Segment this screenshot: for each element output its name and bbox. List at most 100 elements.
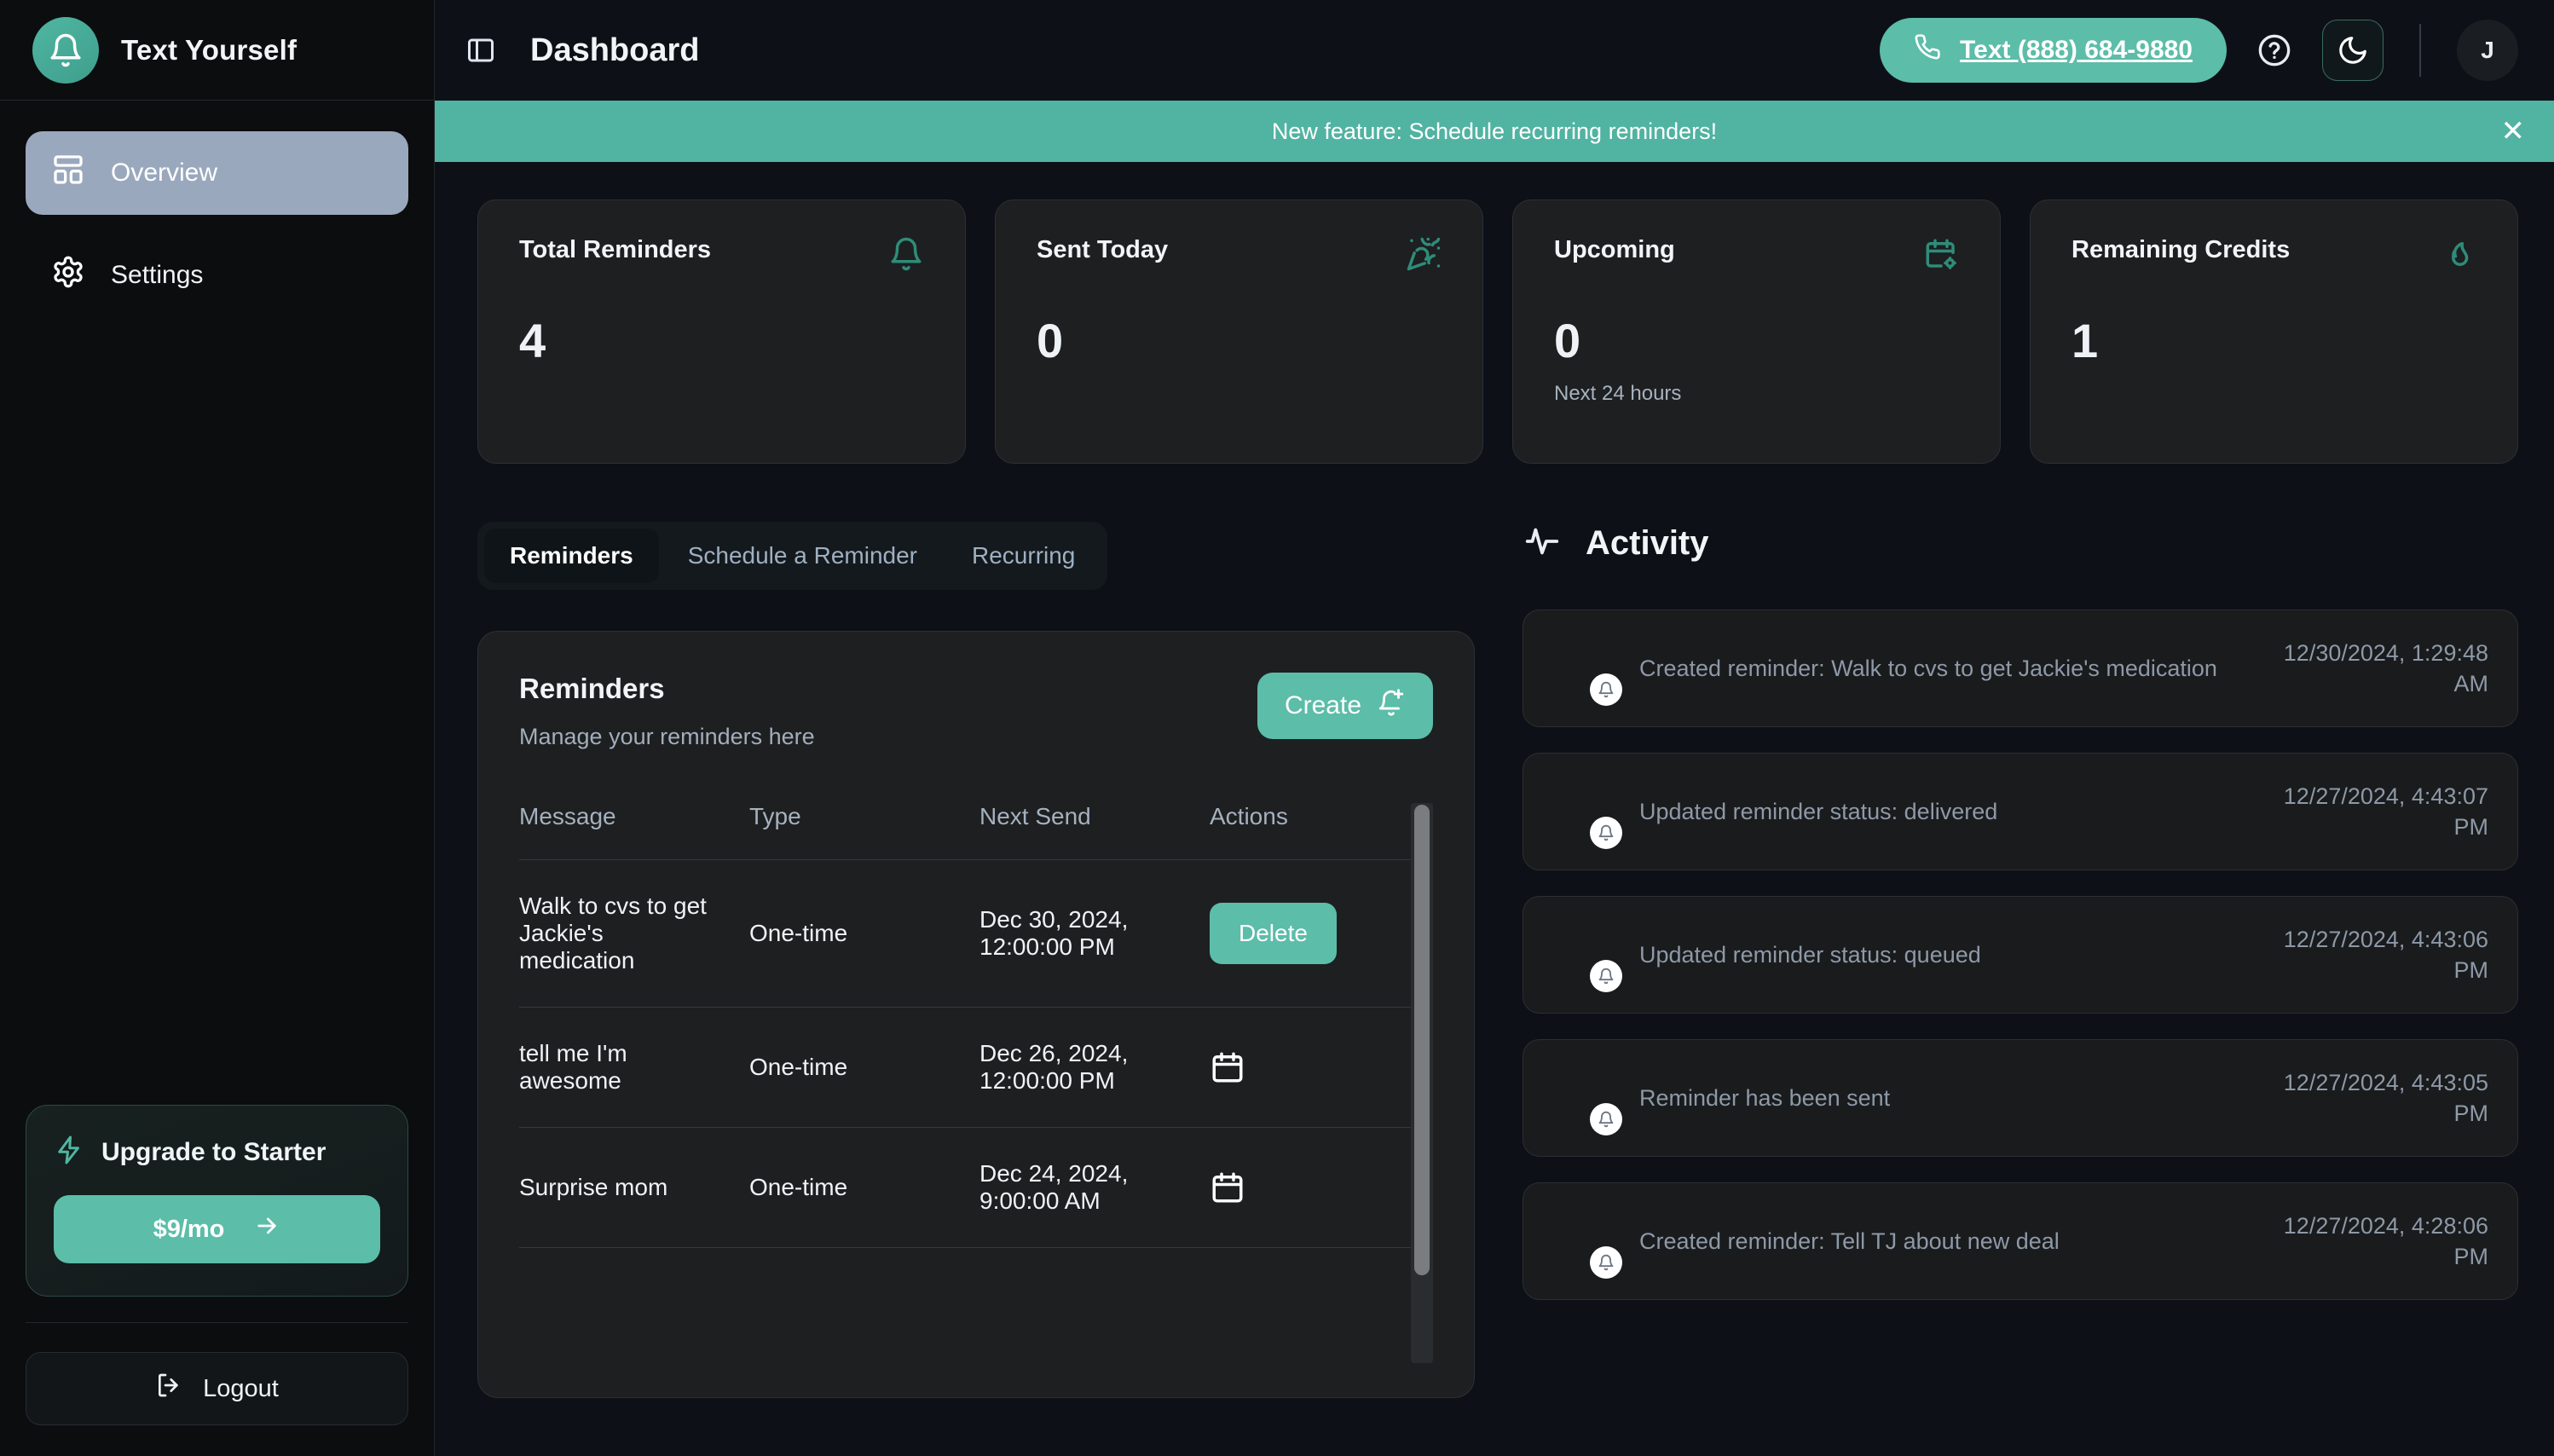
arrow-right-icon	[253, 1212, 280, 1246]
main-area: Dashboard Text (888) 684-9880 J New feat…	[435, 0, 2554, 1456]
content-area: Total Reminders 4 Sent Today 0 Upcoming …	[435, 162, 2554, 1456]
logout-label: Logout	[203, 1374, 279, 1402]
table-row: tell me I'm awesome One-time Dec 26, 202…	[519, 1007, 1414, 1128]
cell-type: One-time	[749, 1007, 979, 1128]
col-header-actions: Actions	[1210, 803, 1414, 860]
sidebar-item-label: Settings	[111, 261, 204, 289]
table-head: Message Type Next Send Actions	[519, 803, 1414, 860]
calendar-icon[interactable]	[1210, 1049, 1245, 1085]
help-circle-icon[interactable]	[2251, 26, 2298, 74]
sidebar: Text Yourself Overview Settings Upgrade …	[0, 0, 435, 1456]
phone-label: Text (888) 684-9880	[1960, 36, 2193, 64]
bell-icon	[1590, 817, 1622, 849]
activity-text: Created reminder: Tell TJ about new deal	[1639, 1228, 2060, 1254]
lightning-bolt-icon	[54, 1135, 84, 1170]
bell-icon	[1590, 673, 1622, 706]
avatar	[1552, 1209, 1622, 1279]
activity-time: 12/27/2024, 4:28:06 PM	[2283, 1212, 2488, 1269]
cell-actions: Delete	[1210, 859, 1414, 1008]
text-phone-button[interactable]: Text (888) 684-9880	[1880, 18, 2227, 83]
avatar	[1552, 636, 1622, 706]
bell-icon	[32, 16, 99, 84]
logout-icon	[155, 1372, 182, 1406]
bell-icon	[1590, 1246, 1622, 1279]
stat-label: Total Reminders	[519, 236, 712, 263]
stat-value: 4	[519, 314, 546, 367]
create-label: Create	[1284, 691, 1361, 719]
stat-top: Remaining Credits	[2072, 236, 2476, 276]
avatar[interactable]: J	[2457, 20, 2518, 81]
upgrade-title: Upgrade to Starter	[101, 1137, 326, 1166]
header-divider	[2419, 24, 2421, 77]
sidebar-item-settings[interactable]: Settings	[26, 234, 408, 317]
list-item[interactable]: Reminder has been sent 12/27/2024, 4:43:…	[1523, 1039, 2518, 1157]
cell-next-send: Dec 24, 2024, 9:00:00 AM	[979, 1127, 1210, 1248]
bell-icon	[1590, 960, 1622, 992]
calendar-cog-icon	[1923, 236, 1959, 276]
delete-button[interactable]: Delete	[1210, 903, 1337, 964]
upgrade-header: Upgrade to Starter	[54, 1135, 380, 1170]
cell-next-send: Dec 30, 2024, 12:00:00 PM	[979, 859, 1210, 1008]
list-item[interactable]: Updated reminder status: queued 12/27/20…	[1523, 896, 2518, 1014]
logout-button[interactable]: Logout	[26, 1352, 408, 1425]
tab-schedule-a-reminder[interactable]: Schedule a Reminder	[662, 529, 943, 583]
table-header-row: Message Type Next Send Actions	[519, 803, 1414, 860]
cell-message: Surprise mom	[519, 1127, 749, 1248]
table-body: Walk to cvs to get Jackie's medication O…	[519, 859, 1414, 1248]
sidebar-nav: Overview Settings	[0, 101, 434, 1105]
stat-card-remaining-credits: Remaining Credits 1	[2030, 199, 2518, 464]
activity-time: 12/30/2024, 1:29:48 AM	[2283, 639, 2488, 696]
activity-column: Activity Created reminder: Walk to cvs t…	[1523, 522, 2518, 1398]
reminders-card-header: Reminders Manage your reminders here Cre…	[519, 673, 1433, 750]
cell-message: Walk to cvs to get Jackie's medication	[519, 859, 749, 1008]
stat-label: Upcoming	[1554, 236, 1675, 263]
list-item[interactable]: Created reminder: Walk to cvs to get Jac…	[1523, 610, 2518, 727]
moon-icon[interactable]	[2322, 20, 2384, 81]
create-reminder-button[interactable]: Create	[1257, 673, 1433, 739]
table-scrollbar-thumb[interactable]	[1414, 805, 1430, 1275]
panel-left-icon[interactable]	[465, 35, 496, 66]
stat-top: Upcoming	[1554, 236, 1959, 276]
activity-time: 12/27/2024, 4:43:07 PM	[2283, 783, 2488, 840]
page-title: Dashboard	[530, 32, 700, 68]
stat-card-total-reminders: Total Reminders 4	[477, 199, 966, 464]
tab-bar: Reminders Schedule a Reminder Recurring	[477, 522, 1108, 590]
stat-top: Total Reminders	[519, 236, 924, 276]
app-root: Text Yourself Overview Settings Upgrade …	[0, 0, 2554, 1456]
reminders-card-titles: Reminders Manage your reminders here	[519, 673, 815, 750]
list-item[interactable]: Updated reminder status: delivered 12/27…	[1523, 753, 2518, 870]
tab-recurring[interactable]: Recurring	[946, 529, 1101, 583]
sidebar-item-overview[interactable]: Overview	[26, 131, 408, 215]
avatar	[1552, 922, 1622, 992]
activity-text: Updated reminder status: delivered	[1639, 798, 1998, 824]
table-row: Walk to cvs to get Jackie's medication O…	[519, 859, 1414, 1008]
layout-dashboard-icon	[51, 153, 85, 194]
upgrade-price-button[interactable]: $9/mo	[54, 1195, 380, 1263]
table-scrollbar[interactable]	[1411, 803, 1433, 1363]
calendar-icon[interactable]	[1210, 1170, 1245, 1205]
activity-text: Reminder has been sent	[1639, 1084, 1891, 1111]
stat-cards: Total Reminders 4 Sent Today 0 Upcoming …	[477, 199, 2518, 464]
avatar	[1552, 1066, 1622, 1135]
col-header-next-send: Next Send	[979, 803, 1210, 860]
bell-plus-icon	[1377, 688, 1406, 724]
activity-header: Activity	[1523, 522, 2518, 565]
stat-value: 1	[2072, 314, 2099, 367]
activity-time: 12/27/2024, 4:43:05 PM	[2283, 1069, 2488, 1126]
cell-actions	[1210, 1007, 1414, 1128]
stat-value: 0	[1037, 314, 1064, 367]
cell-type: One-time	[749, 1127, 979, 1248]
bell-icon	[888, 236, 924, 276]
reminders-card: Reminders Manage your reminders here Cre…	[477, 631, 1475, 1398]
cell-actions	[1210, 1127, 1414, 1248]
card-title: Reminders	[519, 673, 665, 704]
close-icon[interactable]: ✕	[2501, 117, 2526, 146]
cell-next-send: Dec 26, 2024, 12:00:00 PM	[979, 1007, 1210, 1128]
reminders-column: Reminders Schedule a Reminder Recurring …	[477, 522, 1475, 1398]
brand-name: Text Yourself	[121, 33, 298, 66]
upgrade-price-label: $9/mo	[153, 1215, 225, 1243]
tab-reminders[interactable]: Reminders	[484, 529, 659, 583]
cell-type: One-time	[749, 859, 979, 1008]
list-item[interactable]: Created reminder: Tell TJ about new deal…	[1523, 1182, 2518, 1300]
col-header-message: Message	[519, 803, 749, 860]
